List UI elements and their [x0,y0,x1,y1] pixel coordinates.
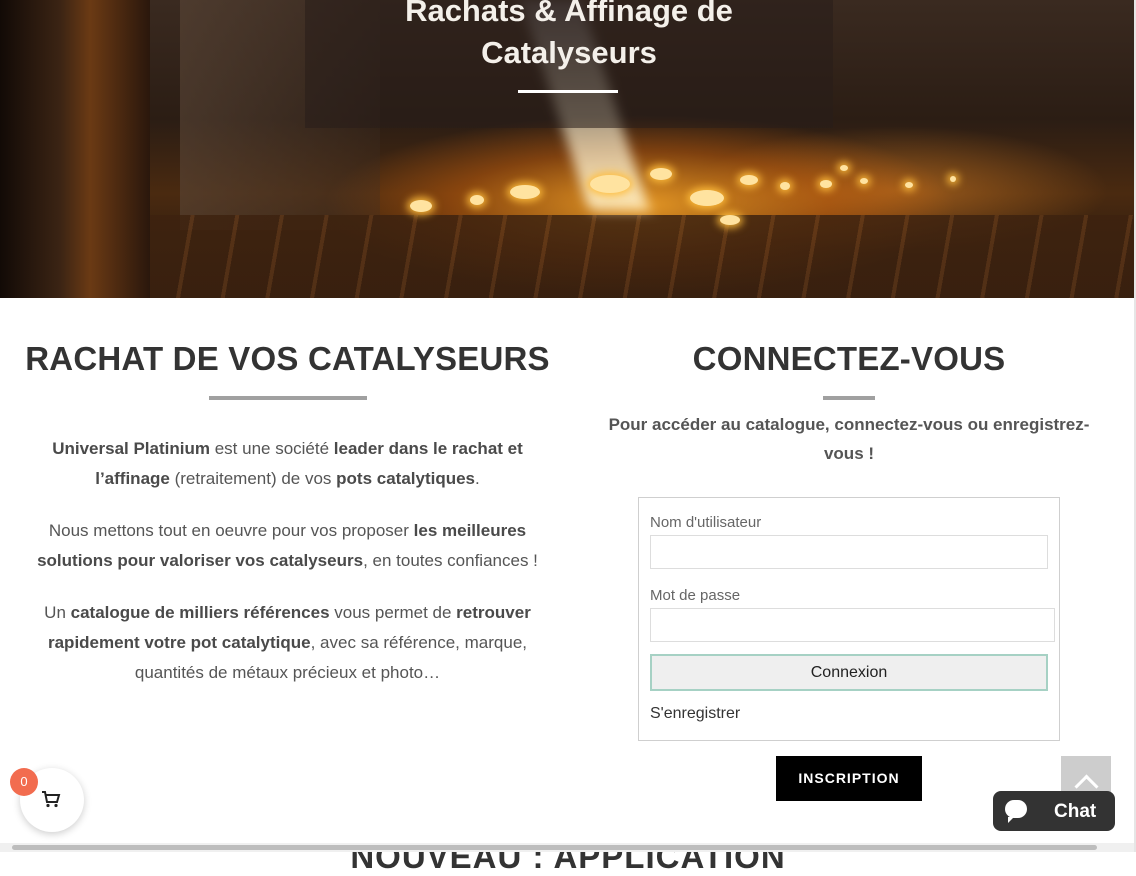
intro-divider [208,396,367,400]
horizontal-scrollbar[interactable] [0,843,1136,852]
hero-title-line2: Catalyseurs [481,35,657,70]
chat-label: Chat [1054,801,1097,822]
intro-paragraph-1: Universal Platinium est une société lead… [52,439,523,488]
register-link[interactable]: S'enregistrer [650,705,740,723]
chat-bubble-icon [1005,800,1027,823]
intro-section: RACHAT DE VOS CATALYSEURS Universal Plat… [20,330,555,688]
hero-title: Rachats & Affinage de Catalyseurs [305,0,833,74]
username-label: Nom d'utilisateur [650,514,762,531]
login-title: CONNECTEZ-VOUS [692,340,1006,377]
intro-paragraph-3: Un catalogue de milliers références vous… [44,603,531,682]
cart-count-badge: 0 [10,768,38,796]
cart-icon [41,790,61,813]
chat-button[interactable]: Chat [993,791,1115,831]
hero-divider [518,90,618,93]
hero-title-line1: Rachats & Affinage de [405,0,733,28]
login-button[interactable]: Connexion [650,654,1048,691]
password-input[interactable] [650,608,1055,642]
signup-button[interactable]: INSCRIPTION [776,756,922,801]
login-form: Nom d'utilisateur Mot de passe Connexion… [638,497,1060,741]
login-divider [823,396,875,400]
intro-title: RACHAT DE VOS CATALYSEURS [25,340,550,377]
login-subtitle: Pour accéder au catalogue, connectez-vou… [608,415,1090,463]
hero-banner: Rachats & Affinage de Catalyseurs [0,0,1136,298]
login-section: CONNECTEZ-VOUS Pour accéder au catalogue… [590,330,1108,468]
scrollbar-thumb[interactable] [12,845,1097,850]
password-label: Mot de passe [650,587,741,604]
username-input[interactable] [650,535,1048,569]
intro-paragraph-2: Nous mettons tout en oeuvre pour vos pro… [37,521,538,570]
